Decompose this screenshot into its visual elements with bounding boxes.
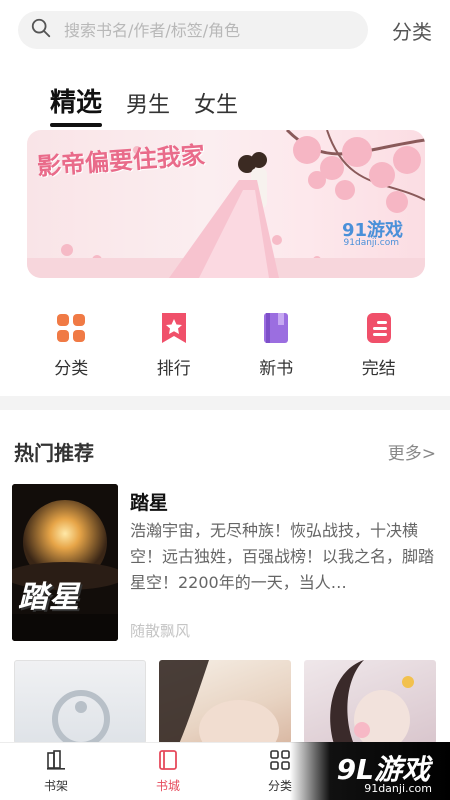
category-link[interactable]: 分类 bbox=[392, 16, 432, 45]
search-input[interactable] bbox=[64, 20, 344, 40]
book-title[interactable]: 踏星 bbox=[130, 488, 168, 515]
book-thumbnail[interactable] bbox=[159, 660, 291, 744]
watermark-url: 91danji.com bbox=[364, 782, 432, 795]
bottom-nav-bookshelf[interactable]: 书架 bbox=[0, 743, 112, 800]
category-grid-icon bbox=[270, 750, 290, 770]
yin-yang-art bbox=[52, 690, 110, 743]
new-book-icon bbox=[260, 310, 292, 346]
bottom-nav-label: 书架 bbox=[43, 779, 68, 793]
planet-cover-art bbox=[12, 484, 118, 641]
quick-nav-label: 完结 bbox=[361, 359, 396, 379]
book-thumbnail-row bbox=[14, 660, 436, 744]
grid-icon bbox=[55, 310, 87, 346]
book-thumbnail[interactable] bbox=[14, 660, 146, 744]
promo-banner[interactable]: 影帝偏要住我家 91游戏 91danji.com bbox=[27, 130, 425, 278]
finished-book-icon bbox=[363, 310, 395, 346]
book-description: 浩瀚宇宙，无尽种族！恢弘战技，十决横空！远古独姓，百强战榜！以我之名，脚踏星空！… bbox=[130, 521, 435, 592]
bottom-nav-bookstore[interactable]: 书城 bbox=[112, 743, 224, 800]
girl-portrait-art bbox=[159, 660, 279, 744]
search-row: 分类 bbox=[18, 10, 432, 50]
bottom-nav-label: 分类 bbox=[267, 779, 292, 793]
search-icon bbox=[30, 17, 52, 43]
quick-nav-finished[interactable]: 完结 bbox=[344, 310, 414, 379]
more-link[interactable]: 更多> bbox=[388, 439, 436, 464]
book-thumbnail[interactable] bbox=[304, 660, 436, 744]
banner-brand-sub: 91danji.com bbox=[343, 238, 399, 248]
section-divider bbox=[0, 396, 450, 410]
quick-nav-new[interactable]: 新书 bbox=[241, 310, 311, 379]
girl-flower-art bbox=[330, 660, 414, 744]
ranking-star-icon bbox=[158, 310, 190, 346]
cover-title: 踏星 bbox=[18, 580, 80, 615]
tab-male[interactable]: 男生 bbox=[126, 87, 170, 119]
quick-nav-category[interactable]: 分类 bbox=[36, 310, 106, 379]
quick-nav-ranking[interactable]: 排行 bbox=[139, 310, 209, 379]
section-title: 热门推荐 bbox=[14, 441, 94, 465]
bottom-nav-label: 书城 bbox=[155, 779, 180, 793]
bookshelf-icon bbox=[47, 750, 65, 770]
tab-featured[interactable]: 精选 bbox=[50, 82, 103, 127]
quick-nav-label: 新书 bbox=[259, 359, 294, 379]
search-box[interactable] bbox=[18, 11, 368, 49]
channel-tabs: 精选 男生 女生 bbox=[50, 82, 262, 127]
featured-book[interactable]: 踏星 踏星 浩瀚宇宙，无尽种族！恢弘战技，十决横空！远古独姓，百强战榜！以我之名… bbox=[12, 484, 436, 644]
tab-female[interactable]: 女生 bbox=[194, 87, 238, 119]
quick-nav-label: 排行 bbox=[156, 359, 191, 379]
book-cover[interactable]: 踏星 bbox=[12, 484, 118, 641]
site-watermark: 9L游戏 91danji.com bbox=[290, 742, 450, 800]
bookstore-icon bbox=[159, 750, 177, 770]
quick-nav-label: 分类 bbox=[54, 359, 89, 379]
book-author: 随散飘风 bbox=[130, 622, 191, 640]
quick-nav: 分类 排行 新书 完结 bbox=[0, 310, 450, 379]
